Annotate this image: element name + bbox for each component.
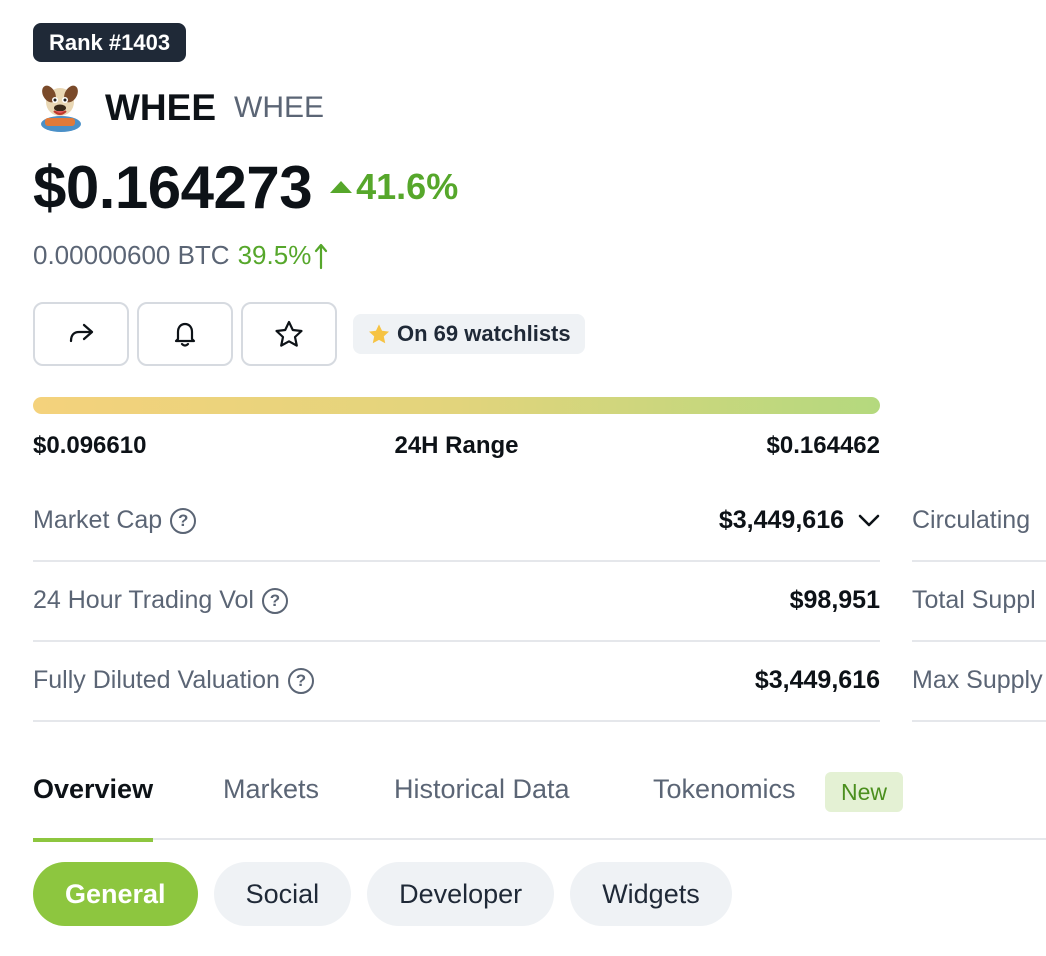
price-alert-button[interactable]: [137, 302, 233, 366]
share-icon: [69, 323, 94, 343]
range-title: 24H Range: [394, 432, 519, 459]
dog-mascot-logo-icon: [41, 85, 81, 132]
chevron-down-icon[interactable]: [858, 514, 880, 528]
subtab-developer[interactable]: Developer: [367, 862, 555, 926]
sub-tabs: General Social Developer Widgets: [33, 862, 748, 926]
stat-label-text: Fully Diluted Valuation: [33, 666, 280, 694]
price-change: 41.6%: [330, 166, 458, 208]
rank-badge: Rank #1403: [33, 23, 187, 62]
stat-value: $98,951: [789, 586, 880, 614]
stat-label: Market Cap ?: [33, 506, 197, 535]
action-bar: On 69 watchlists: [33, 302, 585, 366]
tab-markets[interactable]: Markets: [223, 774, 319, 836]
range-high: $0.164462: [766, 432, 880, 459]
stat-label: Fully Diluted Valuation ?: [33, 666, 314, 695]
arrow-up-icon: [315, 243, 328, 269]
side-stat-circulating: Circulating: [912, 482, 1046, 562]
subtab-social[interactable]: Social: [213, 862, 352, 926]
subtab-widgets[interactable]: Widgets: [570, 862, 732, 926]
watchlist-count: On 69 watchlists: [353, 314, 585, 354]
price-row: $0.164273 41.6%: [33, 152, 458, 222]
side-stat-label: Circulating: [912, 506, 1031, 534]
star-filled-icon: [369, 324, 389, 344]
share-button[interactable]: [33, 302, 129, 366]
tab-tokenomics[interactable]: Tokenomics: [653, 774, 796, 836]
stat-row-market-cap: Market Cap ? $3,449,616: [33, 482, 880, 562]
coin-header: WHEE WHEE: [33, 80, 324, 136]
new-badge: New: [825, 772, 904, 812]
stat-label-text: Market Cap: [33, 506, 163, 534]
help-icon[interactable]: ?: [170, 507, 197, 534]
stat-row-fdv: Fully Diluted Valuation ? $3,449,616: [33, 642, 880, 722]
price-usd: $0.164273: [33, 153, 313, 221]
side-stat-label: Total Suppl: [912, 586, 1036, 614]
help-icon[interactable]: ?: [261, 587, 288, 614]
help-icon[interactable]: ?: [287, 667, 314, 694]
btc-change-value: 39.5%: [237, 240, 312, 270]
bell-icon: [174, 322, 196, 347]
watchlist-text: On 69 watchlists: [397, 321, 571, 346]
coin-name: WHEE: [105, 87, 216, 128]
tab-overview[interactable]: Overview: [33, 774, 154, 842]
stat-row-trading-vol: 24 Hour Trading Vol ? $98,951: [33, 562, 880, 642]
range-bar: [33, 397, 880, 414]
caret-up-icon: [330, 181, 353, 193]
side-stat-label: Max Supply: [912, 666, 1043, 694]
stat-value[interactable]: $3,449,616: [719, 506, 880, 535]
stat-value-text: $3,449,616: [718, 506, 844, 534]
btc-change: 39.5%: [238, 240, 312, 271]
tab-historical-data[interactable]: Historical Data: [394, 774, 570, 836]
main-tabs: Overview Markets Historical Data Tokenom…: [33, 766, 1046, 842]
coin-symbol: WHEE: [234, 91, 324, 124]
btc-price-row: 0.00000600 BTC 39.5%: [33, 240, 329, 271]
stat-value: $3,449,616: [754, 666, 880, 694]
price-change-value: 41.6%: [356, 166, 459, 207]
price-btc: 0.00000600 BTC: [33, 240, 230, 270]
subtab-general[interactable]: General: [33, 862, 198, 926]
range-labels: $0.096610 24H Range $0.164462: [33, 432, 880, 466]
stat-label-text: 24 Hour Trading Vol: [33, 586, 254, 614]
side-stat-max-supply: Max Supply: [912, 642, 1046, 722]
star-outline-icon: [275, 320, 303, 347]
side-stat-total-supply: Total Suppl: [912, 562, 1046, 642]
add-watchlist-button[interactable]: [241, 302, 337, 366]
stat-label: 24 Hour Trading Vol ?: [33, 586, 288, 615]
